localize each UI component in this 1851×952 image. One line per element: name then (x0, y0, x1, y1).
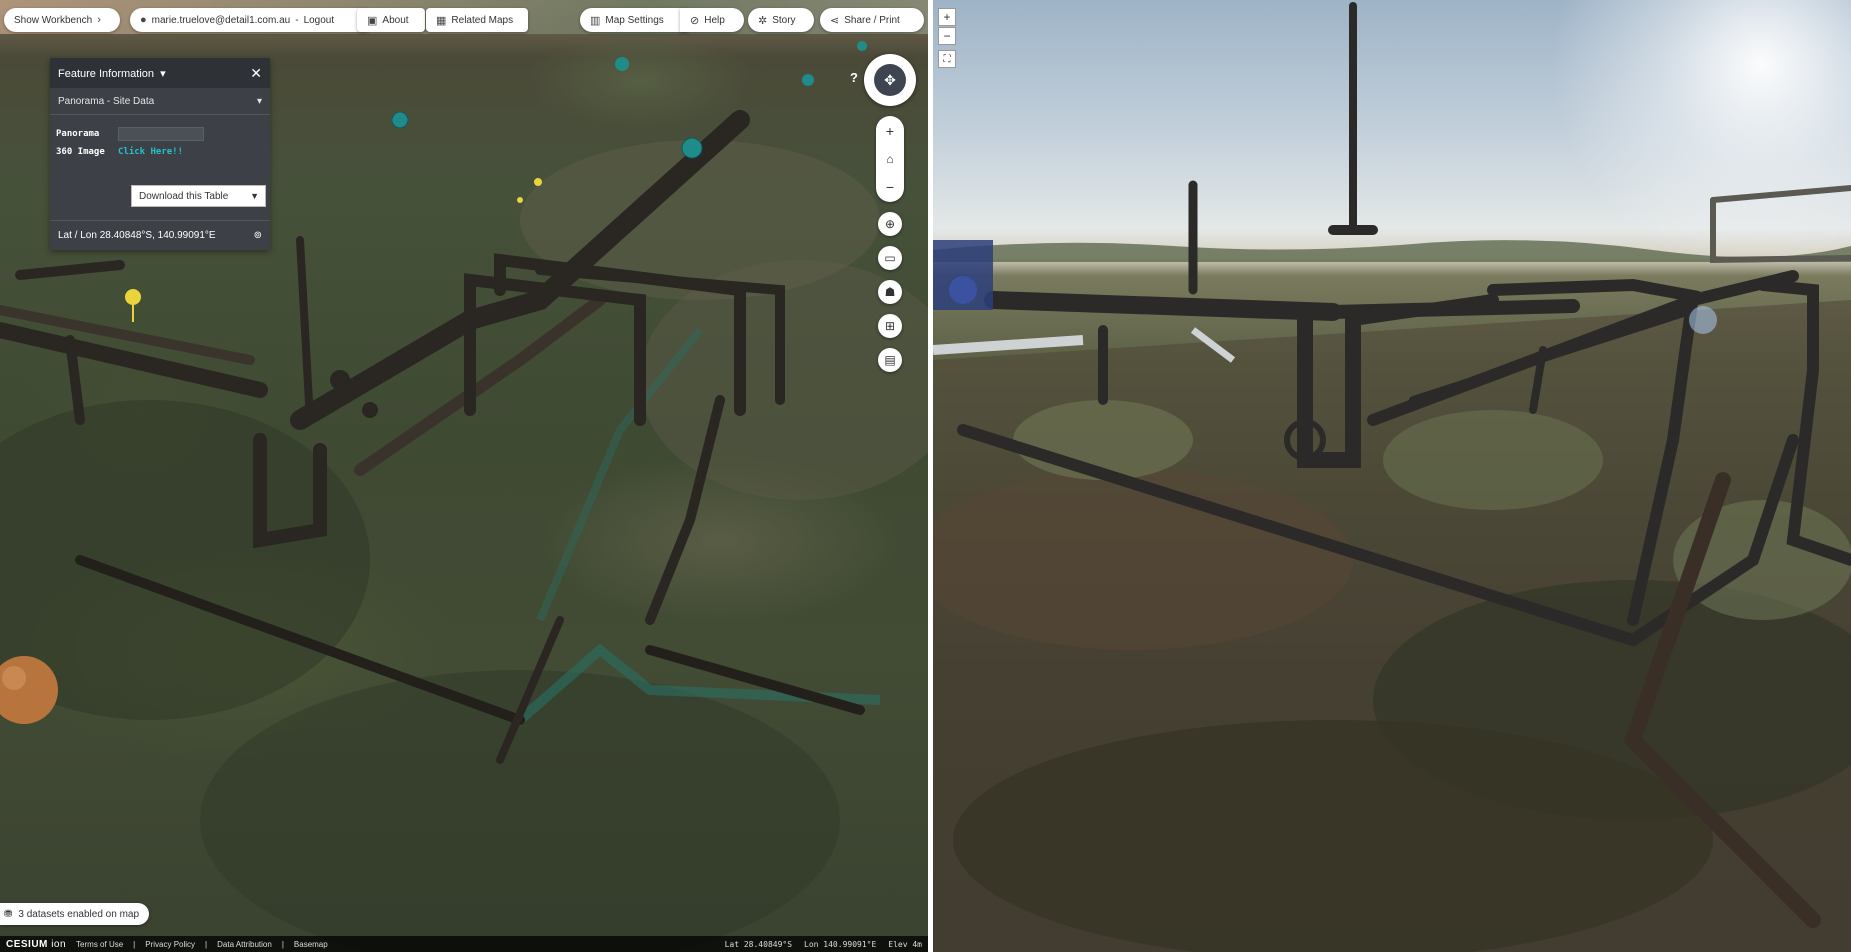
cesium-suffix: ion (51, 938, 67, 950)
help-icon: ⊘ (690, 14, 700, 27)
cesium-label: CESIUM (6, 938, 48, 950)
privacy-link[interactable]: Privacy Policy (145, 940, 195, 949)
cesium-logo[interactable]: CESIUM ion (6, 939, 66, 950)
map-settings-button[interactable]: ▥ Map Settings (580, 8, 688, 32)
dataset-selector[interactable]: Panorama - Site Data ▾ (50, 88, 270, 115)
close-icon[interactable]: ✕ (250, 65, 262, 82)
table-row: Panorama (56, 125, 264, 143)
map-settings-icon: ▥ (590, 14, 601, 27)
zoom-control: + ⌂ − (876, 116, 904, 202)
show-workbench-button[interactable]: Show Workbench › (4, 8, 120, 32)
pano-zoom-out-button[interactable]: − (938, 27, 956, 45)
locate-icon[interactable]: ⊕ (878, 212, 902, 236)
map-viewer[interactable]: Show Workbench › ● marie.truelove@detail… (0, 0, 928, 952)
locate-icon[interactable]: ⊚ (254, 230, 262, 241)
feature-panel-title: Feature Information (58, 67, 154, 80)
share-icon: ⋖ (830, 14, 840, 27)
data-attribution-link[interactable]: Data Attribution (217, 940, 272, 949)
related-maps-label: Related Maps (451, 14, 514, 26)
about-button[interactable]: ▣ About (357, 8, 425, 32)
home-icon[interactable]: ⌂ (886, 152, 893, 166)
lat-readout: Lat 28.40849°S (724, 939, 793, 949)
story-icon: ✲ (758, 14, 768, 27)
zoom-in-button[interactable]: + (886, 123, 894, 139)
story-label: Story (772, 14, 796, 26)
help-button[interactable]: ⊘ Help (680, 8, 744, 32)
navigation-help-button[interactable]: ? (846, 70, 862, 88)
terms-link[interactable]: Terms of Use (76, 940, 123, 949)
dataset-name: Panorama - Site Data (58, 95, 155, 107)
related-maps-button[interactable]: ▦ Related Maps (426, 8, 528, 32)
map-settings-label: Map Settings (605, 14, 664, 26)
table-key: 360 Image (56, 147, 105, 157)
separator: | (281, 939, 284, 949)
user-email: marie.truelove@detail1.com.au (151, 14, 291, 26)
user-icon: ● (140, 14, 147, 26)
zoom-out-button[interactable]: − (886, 179, 894, 195)
latlon-readout: Lat / Lon 28.40848°S, 140.99091°E ⊚ (50, 220, 270, 250)
feature-information-panel: Feature Information ▾ ✕ Panorama - Site … (50, 58, 270, 250)
chevron-down-icon: ▼ (250, 191, 259, 201)
datasets-enabled-button[interactable]: ⛃ 3 datasets enabled on map (0, 903, 150, 925)
lon-readout: Lon 140.99091°E (804, 939, 877, 949)
pano-zoom-in-button[interactable]: + (938, 8, 956, 26)
compass-icon: ✥ (874, 64, 906, 96)
table-key: Panorama (56, 129, 100, 139)
share-print-label: Share / Print (844, 14, 900, 26)
story-button[interactable]: ✲ Story (748, 8, 814, 32)
logout-link[interactable]: Logout (304, 15, 335, 26)
basemap-link[interactable]: Basemap (294, 940, 328, 949)
download-table-button[interactable]: Download this Table ▼ (131, 185, 266, 207)
separator: | (133, 939, 136, 949)
feature-table: Panorama 360 Image Click Here!! (50, 115, 270, 161)
info-icon: ▣ (367, 14, 378, 27)
about-label: About (382, 14, 409, 26)
feature-panel-title-group[interactable]: Feature Information ▾ (58, 67, 166, 80)
coordinate-readout: Lat 28.40849°S Lon 140.99091°E Elev 4m (725, 940, 922, 949)
table-value (118, 127, 204, 141)
share-print-button[interactable]: ⋖ Share / Print (820, 8, 924, 32)
show-workbench-label: Show Workbench (14, 14, 93, 26)
status-bar: CESIUM ion Terms of Use | Privacy Policy… (0, 936, 928, 952)
datasets-label: 3 datasets enabled on map (18, 908, 140, 920)
chevron-down-icon: ▾ (157, 67, 166, 80)
pedestrian-icon[interactable]: ☗ (878, 280, 902, 304)
panorama-viewer[interactable] (933, 0, 1851, 952)
download-label: Download this Table (139, 190, 229, 202)
panorama-scene (933, 2, 1851, 952)
elev-readout: Elev 4m (888, 939, 922, 949)
fullscreen-icon[interactable]: ⛶ (938, 50, 956, 68)
measure-icon[interactable]: ⊞ (878, 314, 902, 338)
layers-icon: ⛃ (4, 908, 13, 920)
latlon-text: Lat / Lon 28.40848°S, 140.99091°E (58, 230, 216, 241)
user-menu[interactable]: ● marie.truelove@detail1.com.au - Logout (130, 8, 375, 32)
help-label: Help (704, 14, 725, 26)
grid-icon: ▦ (436, 14, 447, 27)
separator: | (205, 939, 208, 949)
separator: - (295, 14, 299, 26)
chevron-right-icon: › (97, 14, 101, 26)
print-icon[interactable]: ▤ (878, 348, 902, 372)
split-view-icon[interactable]: ▭ (878, 246, 902, 270)
compass-control[interactable]: ✥ (864, 54, 916, 106)
chevron-down-icon: ▾ (256, 95, 262, 107)
table-row: 360 Image Click Here!! (56, 143, 264, 161)
feature-panel-header: Feature Information ▾ ✕ (50, 58, 270, 88)
click-here-link[interactable]: Click Here!! (118, 147, 183, 157)
